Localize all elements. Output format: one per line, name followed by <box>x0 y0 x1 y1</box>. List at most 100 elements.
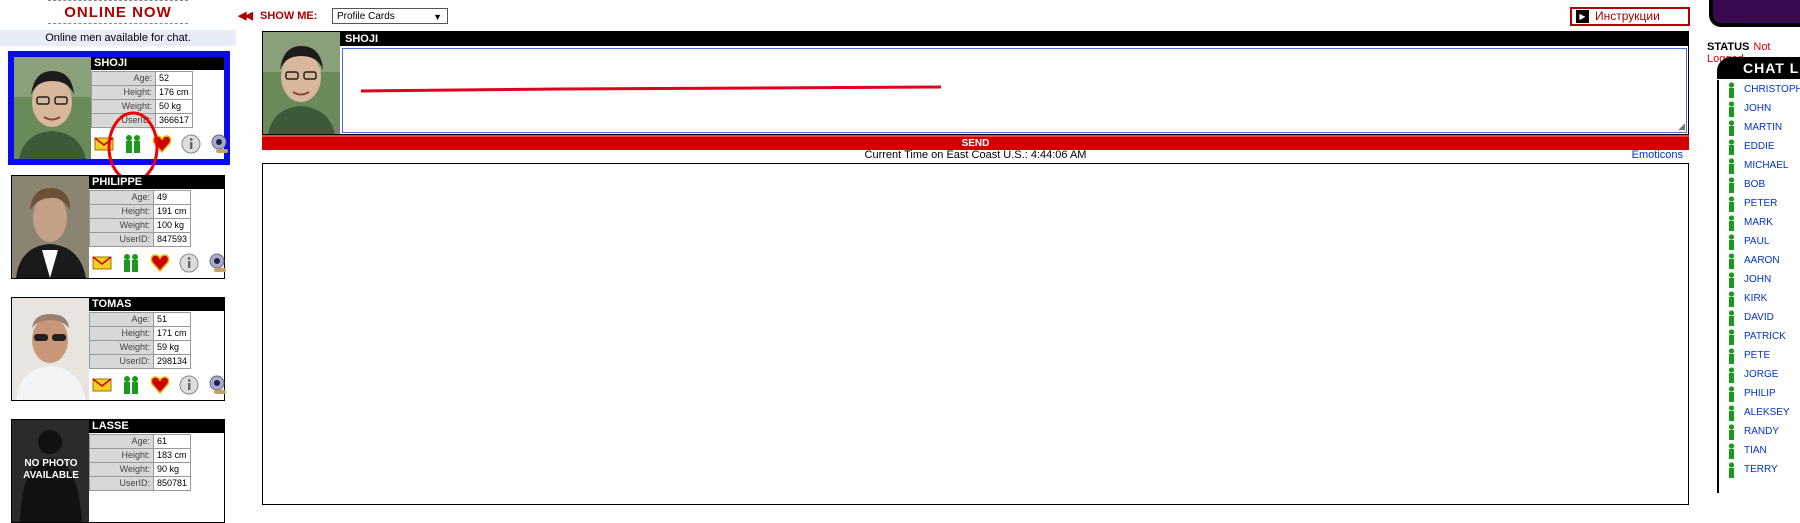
envelope-icon[interactable] <box>92 375 112 395</box>
profile-details: Age: 61 Height: 183 cm Weight: 90 kg UserID… <box>89 434 192 491</box>
chat-list-item[interactable]: BOB <box>1719 175 1800 194</box>
age-value: 51 <box>152 312 192 327</box>
profile-card-tomas[interactable]: TOMAS Age: 51 Height: 171 cm Weight: 59 kg … <box>11 297 228 401</box>
userid-value: 366617 <box>154 113 194 128</box>
info-icon[interactable] <box>179 253 199 273</box>
chat-list-item[interactable]: JORGE <box>1719 365 1800 384</box>
profile-actions <box>92 373 228 397</box>
chat-list-item[interactable]: ALEKSEY <box>1719 403 1800 422</box>
userid-label: UserID: <box>89 476 154 491</box>
userid-value: 850781 <box>152 476 192 491</box>
profile-name[interactable]: PHILIPPE <box>89 176 224 189</box>
profile-card-philippe[interactable]: PHILIPPE Age: 49 Height: 191 cm Weight: 100… <box>11 175 228 279</box>
age-label: Age: <box>89 190 154 205</box>
chat-partner-avatar <box>263 32 340 134</box>
chat-list-name: ALEKSEY <box>1744 407 1790 418</box>
chat-list-item[interactable]: CHRISTOPHER <box>1719 80 1800 99</box>
profile-details: Age: 51 Height: 171 cm Weight: 59 kg UserID… <box>89 312 192 369</box>
chat-list-name: CHRISTOPHER <box>1744 84 1800 95</box>
profile-name[interactable]: SHOJI <box>91 57 224 70</box>
chat-list-name: AARON <box>1744 255 1780 266</box>
weight-value: 50 kg <box>154 99 194 114</box>
person-online-icon <box>1727 347 1736 364</box>
chat-list-name: EDDIE <box>1744 141 1775 152</box>
profile-photo-placeholder[interactable]: NO PHOTO AVAILABLE <box>12 420 89 522</box>
chat-list-name: PETE <box>1744 350 1771 361</box>
webcam-icon[interactable] <box>208 375 228 395</box>
chat-list-item[interactable]: PAUL <box>1719 232 1800 251</box>
userid-value: 847593 <box>152 232 192 247</box>
person-online-icon <box>1727 252 1736 269</box>
envelope-icon[interactable] <box>92 253 112 273</box>
person-online-icon <box>1727 233 1736 250</box>
height-label: Height: <box>89 204 154 219</box>
chat-list-item[interactable]: AARON <box>1719 251 1800 270</box>
info-icon[interactable] <box>179 375 199 395</box>
chat-list-name: MARTIN <box>1744 122 1783 133</box>
person-online-icon <box>1727 442 1736 459</box>
chat-list-item[interactable]: TERRY <box>1719 460 1800 479</box>
info-icon[interactable] <box>181 134 201 154</box>
chat-people-icon[interactable] <box>121 253 141 273</box>
chat-list-item[interactable]: MARK <box>1719 213 1800 232</box>
userid-label: UserID: <box>89 232 154 247</box>
profile-name[interactable]: TOMAS <box>89 298 224 311</box>
weight-label: Weight: <box>89 462 154 477</box>
webcam-icon[interactable] <box>208 253 228 273</box>
height-label: Height: <box>91 85 156 100</box>
userid-value: 298134 <box>152 354 192 369</box>
weight-label: Weight: <box>89 340 154 355</box>
profile-name[interactable]: LASSE <box>89 420 224 433</box>
corner-decoration <box>1709 0 1800 27</box>
chat-list-item[interactable]: DAVID <box>1719 308 1800 327</box>
chat-list-name: BOB <box>1744 179 1766 190</box>
chat-list-item[interactable]: TIAN <box>1719 441 1800 460</box>
chat-list-name: TIAN <box>1744 445 1767 456</box>
chat-list-item[interactable]: MARTIN <box>1719 118 1800 137</box>
height-value: 183 cm <box>152 448 192 463</box>
age-value: 49 <box>152 190 192 205</box>
chat-list-item[interactable]: MICHAEL <box>1719 156 1800 175</box>
instructions-button[interactable]: ▶ Инструкции <box>1570 7 1690 26</box>
person-online-icon <box>1727 176 1736 193</box>
chat-list-name: RANDY <box>1744 426 1780 437</box>
status-label: STATUS <box>1707 41 1750 53</box>
emoticons-link[interactable]: Emoticons <box>1632 148 1683 162</box>
heart-icon[interactable] <box>150 253 170 273</box>
resize-grip-icon[interactable]: ◢ <box>1678 121 1685 132</box>
play-icon: ▶ <box>1576 10 1589 24</box>
chat-list-item[interactable]: JOHN <box>1719 99 1800 118</box>
chat-list-item[interactable]: PHILIP <box>1719 384 1800 403</box>
show-me-select[interactable]: Profile Cards ▼ <box>332 8 448 24</box>
profile-photo[interactable] <box>14 57 91 159</box>
profile-photo[interactable] <box>12 298 89 400</box>
chat-list-item[interactable]: PETE <box>1719 346 1800 365</box>
heart-icon[interactable] <box>150 375 170 395</box>
webcam-icon[interactable] <box>210 134 230 154</box>
chat-list-item[interactable]: JOHN <box>1719 270 1800 289</box>
message-input[interactable]: ◢ <box>342 48 1687 133</box>
age-label: Age: <box>89 434 154 449</box>
chat-list-name: KIRK <box>1744 293 1768 304</box>
person-online-icon <box>1727 157 1736 174</box>
chat-list-item[interactable]: EDDIE <box>1719 137 1800 156</box>
chat-list-item[interactable]: RANDY <box>1719 422 1800 441</box>
height-label: Height: <box>89 326 154 341</box>
online-subtitle: Online men available for chat. <box>0 30 236 46</box>
person-online-icon <box>1727 195 1736 212</box>
chat-messages-area[interactable] <box>262 163 1689 505</box>
chat-list-item[interactable]: PETER <box>1719 194 1800 213</box>
person-online-icon <box>1727 81 1736 98</box>
chat-list-name: MICHAEL <box>1744 160 1789 171</box>
chat-list-item[interactable]: KIRK <box>1719 289 1800 308</box>
current-time: Current Time on East Coast U.S.: 4:44:06… <box>864 149 1087 161</box>
weight-label: Weight: <box>89 218 154 233</box>
chat-list-item[interactable]: PATRICK <box>1719 327 1800 346</box>
profile-card-lasse[interactable]: NO PHOTO AVAILABLE LASSE Age: 61 Height: 1… <box>11 419 225 523</box>
chat-people-icon[interactable] <box>121 375 141 395</box>
chat-list-name: DAVID <box>1744 312 1774 323</box>
show-me-selected: Profile Cards <box>337 11 395 22</box>
profile-actions <box>92 251 228 275</box>
age-label: Age: <box>91 71 156 86</box>
profile-photo[interactable] <box>12 176 89 278</box>
